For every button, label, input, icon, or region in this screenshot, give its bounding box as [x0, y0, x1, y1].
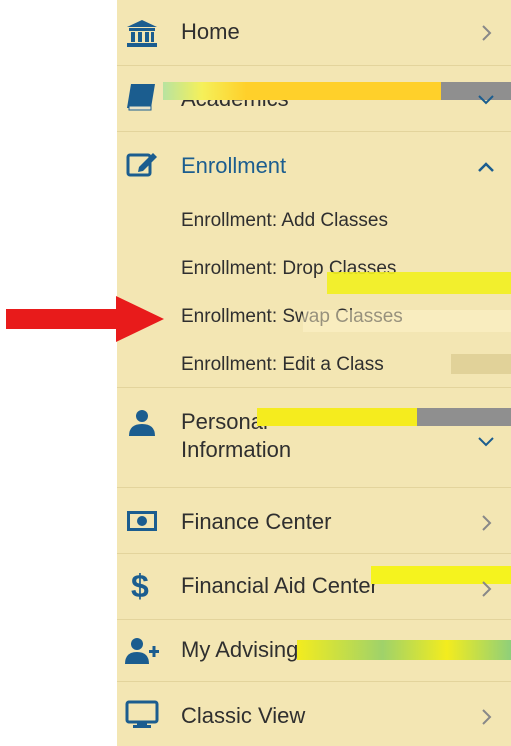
redaction-strip [257, 408, 417, 426]
menu-item-home-label: Home [181, 19, 240, 44]
navigation-menu: Home Academics Enrollment Enrollment: Ad… [117, 0, 511, 746]
redaction-strip [163, 82, 441, 100]
redaction-strip [297, 640, 511, 660]
red-arrow-icon [6, 296, 164, 342]
redaction-strip [451, 354, 511, 374]
menu-item-financial-aid-label: Financial Aid Center [181, 573, 378, 598]
submenu-edit-class[interactable]: Enrollment: Edit a Class [181, 353, 384, 377]
menu-item-enrollment[interactable]: Enrollment Enrollment: Add Classes Enrol… [117, 132, 511, 388]
add-user-icon [125, 638, 159, 664]
chevron-right-icon [482, 515, 492, 531]
chevron-right-icon [482, 581, 492, 597]
dollar-icon: $ [131, 568, 149, 604]
submenu-add-classes[interactable]: Enrollment: Add Classes [181, 209, 388, 233]
chevron-up-icon [478, 162, 494, 172]
menu-item-financial-aid-center[interactable]: $ Financial Aid Center [117, 554, 511, 620]
redaction-strip-gray [417, 408, 511, 426]
menu-item-classic-label: Classic View [181, 703, 306, 728]
menu-item-finance-label: Finance Center [181, 509, 332, 534]
menu-item-my-advising-center[interactable]: My Advising Center [117, 620, 511, 682]
edit-icon [126, 153, 157, 177]
person-icon [129, 410, 155, 436]
highlight-strip [303, 310, 511, 332]
chevron-down-icon [478, 95, 494, 105]
menu-item-academics[interactable]: Academics [117, 66, 511, 132]
monitor-icon [125, 700, 159, 728]
chevron-down-icon [478, 437, 494, 447]
money-icon [127, 511, 157, 531]
chevron-right-icon [482, 709, 492, 725]
book-icon [127, 84, 155, 111]
redaction-strip [327, 272, 511, 294]
chevron-right-icon [482, 25, 492, 41]
bank-icon [127, 20, 157, 47]
menu-item-home[interactable]: Home [117, 0, 511, 66]
menu-item-personal-information[interactable]: Personal Information [117, 388, 511, 488]
menu-item-enrollment-label: Enrollment [181, 153, 287, 178]
menu-item-classic-view[interactable]: Classic View [117, 682, 511, 746]
menu-item-finance-center[interactable]: Finance Center [117, 488, 511, 554]
